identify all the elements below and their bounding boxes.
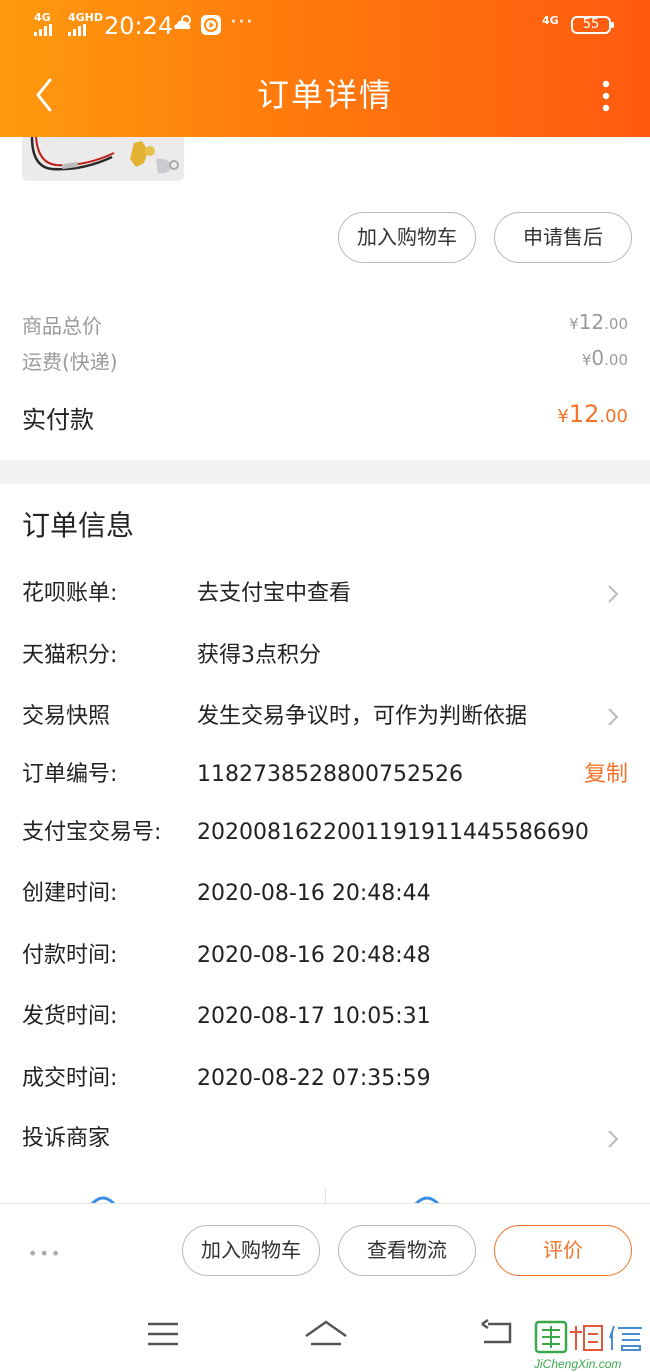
row-value: 2020-08-17 10:05:31 <box>197 1004 431 1029</box>
shipping-label: 运费(快递) <box>22 350 118 374</box>
watermark-url: JiChengXin.com <box>533 1357 621 1371</box>
menu-icon[interactable] <box>146 1320 180 1348</box>
review-button[interactable]: 评价 <box>494 1225 632 1276</box>
row-value: 去支付宝中查看 <box>197 581 352 606</box>
row-value: 1182738528800752526 <box>197 762 463 787</box>
signal-1-label: 4G <box>34 11 51 24</box>
phone-call-icon[interactable] <box>412 1195 442 1203</box>
product-thumbnail[interactable] <box>22 137 184 181</box>
section-divider <box>0 460 650 484</box>
paid-time-row: 付款时间: 2020-08-16 20:48:48 <box>0 936 650 976</box>
jichengxin-logo: JiChengXin.com <box>533 1320 642 1371</box>
row-value: 发生交易争议时，可作为判断依据 <box>197 704 528 729</box>
signal-1-icon: 4G <box>34 12 52 36</box>
paid-value: ¥12.00 <box>557 400 628 428</box>
home-icon[interactable] <box>303 1318 349 1348</box>
row-label: 发货时间: <box>22 1004 118 1029</box>
order-number-row: 订单编号: 1182738528800752526 复制 <box>0 755 650 795</box>
row-label: 付款时间: <box>22 943 118 968</box>
row-value: 2020-08-22 07:35:59 <box>197 1066 431 1091</box>
contact-seller-icon[interactable] <box>88 1195 118 1203</box>
row-label: 订单编号: <box>22 762 118 787</box>
goods-total-label: 商品总价 <box>22 314 102 338</box>
shipped-time-row: 发货时间: 2020-08-17 10:05:31 <box>0 997 650 1037</box>
huabei-bill-row[interactable]: 花呗账单: 去支付宝中查看 <box>0 574 650 614</box>
row-value: 2020-08-16 20:48:44 <box>197 881 431 906</box>
row-value: 2020081622001191911445586690 <box>197 820 589 845</box>
bottom-add-to-cart-button[interactable]: 加入购物车 <box>182 1225 320 1276</box>
row-value: 获得3点积分 <box>197 643 321 668</box>
weather-cloud-icon <box>174 15 191 29</box>
chevron-right-icon <box>608 708 619 726</box>
back-nav-icon[interactable] <box>478 1318 514 1348</box>
battery-icon: 55 <box>571 16 614 34</box>
row-label: 成交时间: <box>22 1066 118 1091</box>
shipping-value: ¥0.00 <box>581 346 628 370</box>
network-4g-icon: 4G <box>542 14 559 27</box>
add-to-cart-button[interactable]: 加入购物车 <box>338 212 476 263</box>
more-menu-icon[interactable] <box>596 78 616 114</box>
necklace-image <box>30 137 179 174</box>
paid-label: 实付款 <box>22 406 94 434</box>
trade-snapshot-row[interactable]: 交易快照 发生交易争议时，可作为判断依据 <box>0 697 650 737</box>
row-label: 投诉商家 <box>22 1126 111 1151</box>
chevron-right-icon <box>608 1130 619 1148</box>
row-label: 交易快照 <box>22 704 111 729</box>
tab-separator <box>325 1189 326 1203</box>
order-info-title: 订单信息 <box>22 509 135 542</box>
media-play-icon <box>201 15 221 35</box>
row-value: 2020-08-16 20:48:48 <box>197 943 431 968</box>
watermark-logo: JiChengXin.com <box>530 1318 650 1372</box>
row-label: 花呗账单: <box>22 581 118 606</box>
after-sale-button[interactable]: 申请售后 <box>494 212 632 263</box>
signal-2-icon: 4GHD <box>68 12 103 36</box>
more-actions-button[interactable]: ••• <box>28 1244 62 1263</box>
service-tabs-peek <box>0 1185 650 1203</box>
row-label: 创建时间: <box>22 881 118 906</box>
page-title: 订单详情 <box>256 76 393 114</box>
more-notifications-icon: ··· <box>230 10 254 35</box>
signal-2-label: 4GHD <box>68 11 104 24</box>
created-time-row: 创建时间: 2020-08-16 20:48:44 <box>0 874 650 914</box>
clock: 20:24 <box>104 12 174 40</box>
tmall-points-row: 天猫积分: 获得3点积分 <box>0 636 650 676</box>
completed-time-row: 成交时间: 2020-08-22 07:35:59 <box>0 1059 650 1099</box>
status-bar: 4G 4GHD 20:24 ··· 4G 55 <box>0 0 650 52</box>
chevron-right-icon <box>608 585 619 603</box>
app-header: 4G 4GHD 20:24 ··· 4G 55 订单详情 <box>0 0 650 137</box>
row-label: 天猫积分: <box>22 643 118 668</box>
alipay-trade-row: 支付宝交易号: 2020081622001191911445586690 <box>0 813 650 853</box>
copy-button[interactable]: 复制 <box>584 755 628 795</box>
goods-total-value: ¥12.00 <box>569 310 628 334</box>
complain-merchant-row[interactable]: 投诉商家 <box>0 1119 650 1159</box>
row-label: 支付宝交易号: <box>22 820 162 845</box>
view-logistics-button[interactable]: 查看物流 <box>338 1225 476 1276</box>
